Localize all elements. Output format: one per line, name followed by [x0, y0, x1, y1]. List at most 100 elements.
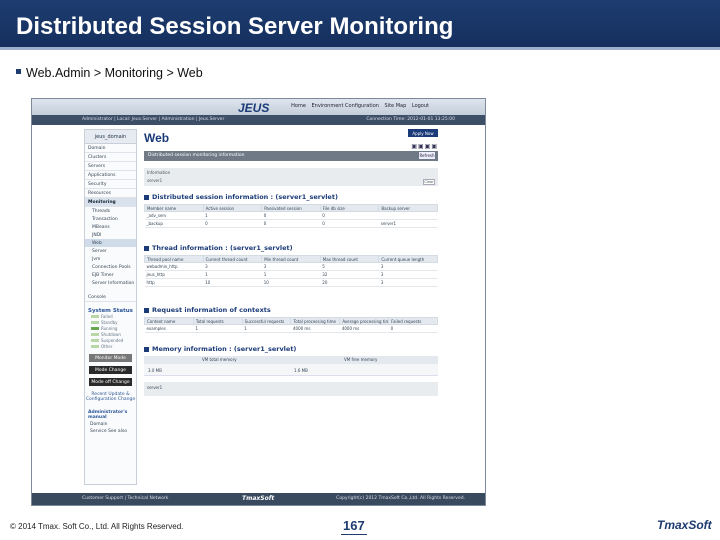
- manual-domain-link[interactable]: Domain: [85, 422, 136, 427]
- app-sub-bar: Administrator | Local: Jeus.Server | Adm…: [32, 115, 485, 125]
- nav-sub-jndi[interactable]: JNDI: [85, 231, 136, 239]
- clear-button[interactable]: Clear: [423, 179, 435, 185]
- vm-total-value: 3.0 MB: [148, 368, 162, 373]
- col-header: Current thread count: [202, 255, 263, 263]
- threads-table: Thread pool name Current thread count Mi…: [144, 255, 438, 287]
- status-bar-icon: [91, 333, 99, 336]
- nav-home-link[interactable]: Home: [291, 103, 306, 109]
- col-header: Total processing time: [290, 317, 341, 325]
- table-row: examples 1 1 4000 ms 4000 ms 0: [144, 324, 438, 333]
- jeus-logo: JEUS: [238, 101, 270, 115]
- col-header: Successful requests: [241, 317, 292, 325]
- col-header: Backup server: [378, 204, 438, 212]
- mode-off-change-button[interactable]: Mode off Change: [89, 378, 132, 386]
- section-memory-title: Memory information : (server1_servlet): [144, 345, 296, 353]
- nav-item-monitoring[interactable]: Monitoring: [85, 198, 136, 207]
- col-header: Member name: [144, 204, 204, 212]
- nav-item-applications[interactable]: Applications: [85, 171, 136, 180]
- breadcrumb-bullet: Web.Admin > Monitoring > Web: [16, 66, 203, 80]
- footer-right: Copyright(c) 2012 TmaxSoft Co.,Ltd. All …: [336, 496, 465, 501]
- mode-change-button[interactable]: Mode Change: [89, 366, 132, 374]
- app-top-bar: JEUS Home Environment Configuration Site…: [32, 99, 485, 115]
- nav-sub-server[interactable]: Server: [85, 247, 136, 255]
- nav-sub-ejb-timer[interactable]: EJB Timer: [85, 271, 136, 279]
- recent-update-link[interactable]: Recent Update & Configuration Change: [85, 392, 136, 402]
- bullet-square-icon: [16, 69, 21, 75]
- nav-site-map-link[interactable]: Site Map: [385, 103, 407, 109]
- main-content: Web Apply Now ▣▣▣▣ Distributed session m…: [144, 129, 438, 485]
- col-header: Active session: [202, 204, 263, 212]
- status-other: Other: [85, 344, 136, 350]
- filter-label: Information: [147, 170, 171, 175]
- section-bullet-icon: [144, 194, 149, 200]
- refresh-button[interactable]: Refresh: [419, 152, 435, 159]
- nav-item-security[interactable]: Security: [85, 180, 136, 189]
- breadcrumb-text: Web.Admin > Monitoring > Web: [26, 66, 203, 80]
- section-bullet-icon: [144, 307, 149, 313]
- col-header: Max thread count: [319, 255, 380, 263]
- status-bar-icon: [91, 345, 99, 348]
- col-header: Min thread count: [261, 255, 321, 263]
- nav-sub-server-info[interactable]: Server Information: [85, 279, 136, 287]
- nav-sub-transaction[interactable]: Transaction: [85, 215, 136, 223]
- table-row: http 10 10 20 3: [144, 278, 438, 287]
- table-row: _adv_serv 1 0 0: [144, 211, 438, 220]
- domain-header[interactable]: jeus_domain: [85, 130, 136, 144]
- manual-title[interactable]: Administrator's manual: [85, 410, 136, 420]
- slide: Distributed Session Server Monitoring We…: [0, 0, 720, 540]
- monitor-mode-button[interactable]: Monitor Mode: [89, 354, 132, 362]
- nav-item-domain[interactable]: Domain: [85, 144, 136, 153]
- nav-sub-web[interactable]: Web: [85, 239, 136, 247]
- nav-sub-mbeans[interactable]: MBeans: [85, 223, 136, 231]
- page-number: 167: [341, 518, 367, 535]
- table-row: jeus_http 1 1 32 3: [144, 270, 438, 279]
- col-header: Current queue length: [378, 255, 438, 263]
- web-admin-screenshot: JEUS Home Environment Configuration Site…: [31, 98, 486, 506]
- col-header: Passivated session: [261, 204, 321, 212]
- status-bar-icon: [91, 327, 99, 330]
- section-bullet-icon: [144, 245, 149, 251]
- memory-header: VM total memory VM free memory: [144, 356, 438, 364]
- section-sessions-title: Distributed session information : (serve…: [144, 193, 338, 201]
- slide-title: Distributed Session Server Monitoring: [16, 13, 454, 40]
- table-row: _backup 0 0 0 server1: [144, 219, 438, 228]
- apply-now-button[interactable]: Apply Now: [408, 129, 438, 137]
- nav-logout-link[interactable]: Logout: [412, 103, 429, 109]
- sub-bar-right: Connection Time: 2012-01-01 13:25:00: [366, 117, 455, 122]
- toolbar-icons[interactable]: ▣▣▣▣: [411, 143, 438, 150]
- brand-logo: TmaxSoft: [657, 518, 712, 532]
- status-bar-icon: [91, 321, 99, 324]
- nav-item-servers[interactable]: Servers: [85, 162, 136, 171]
- left-panel: jeus_domain Domain Clusters Servers Appl…: [84, 129, 137, 485]
- vm-free-value: 1.6 MB: [294, 368, 308, 373]
- col-header: Total requests: [192, 317, 243, 325]
- app-footer: Customer Support | Technical Network Tma…: [32, 493, 485, 505]
- section-threads-title: Thread information : (server1_servlet): [144, 244, 293, 252]
- nav-sub-jvm[interactable]: Jvm: [85, 255, 136, 263]
- table-row: webadmin_http 3 3 5 3: [144, 262, 438, 271]
- info-bar: Distributed session monitoring informati…: [144, 151, 438, 161]
- status-bar-icon: [91, 339, 99, 342]
- nav-sub-threads[interactable]: Threads: [85, 207, 136, 215]
- col-header: Failed requests: [388, 317, 438, 325]
- nav-item-clusters[interactable]: Clusters: [85, 153, 136, 162]
- nav-item-console[interactable]: Console: [85, 293, 136, 302]
- contexts-table: Context name Total requests Successful r…: [144, 317, 438, 333]
- footer-logo: TmaxSoft: [242, 495, 275, 502]
- nav-sub-connection-pools[interactable]: Connection Pools: [85, 263, 136, 271]
- nav-item-resources[interactable]: Resources: [85, 189, 136, 198]
- manual-service-link[interactable]: Service See also: [85, 429, 136, 434]
- sub-bar-left: Administrator | Local: Jeus.Server | Adm…: [82, 117, 225, 122]
- filter-value[interactable]: server1: [147, 178, 438, 183]
- info-bar-text: Distributed session monitoring informati…: [148, 153, 245, 158]
- nav-env-config-link[interactable]: Environment Configuration: [312, 103, 379, 109]
- memory-row: 3.0 MB 1.6 MB: [144, 364, 438, 376]
- copyright: © 2014 Tmax. Soft Co., Ltd. All Rights R…: [10, 522, 184, 531]
- filter-box: Information server1 Clear: [144, 168, 438, 186]
- memory-server: server1: [144, 382, 438, 396]
- col-header: Thread pool name: [144, 255, 204, 263]
- footer-left[interactable]: Customer Support | Technical Network: [82, 496, 168, 501]
- col-header: Context name: [144, 317, 194, 325]
- col-header: VM total memory: [202, 357, 237, 362]
- section-contexts-title: Request information of contexts: [144, 306, 271, 314]
